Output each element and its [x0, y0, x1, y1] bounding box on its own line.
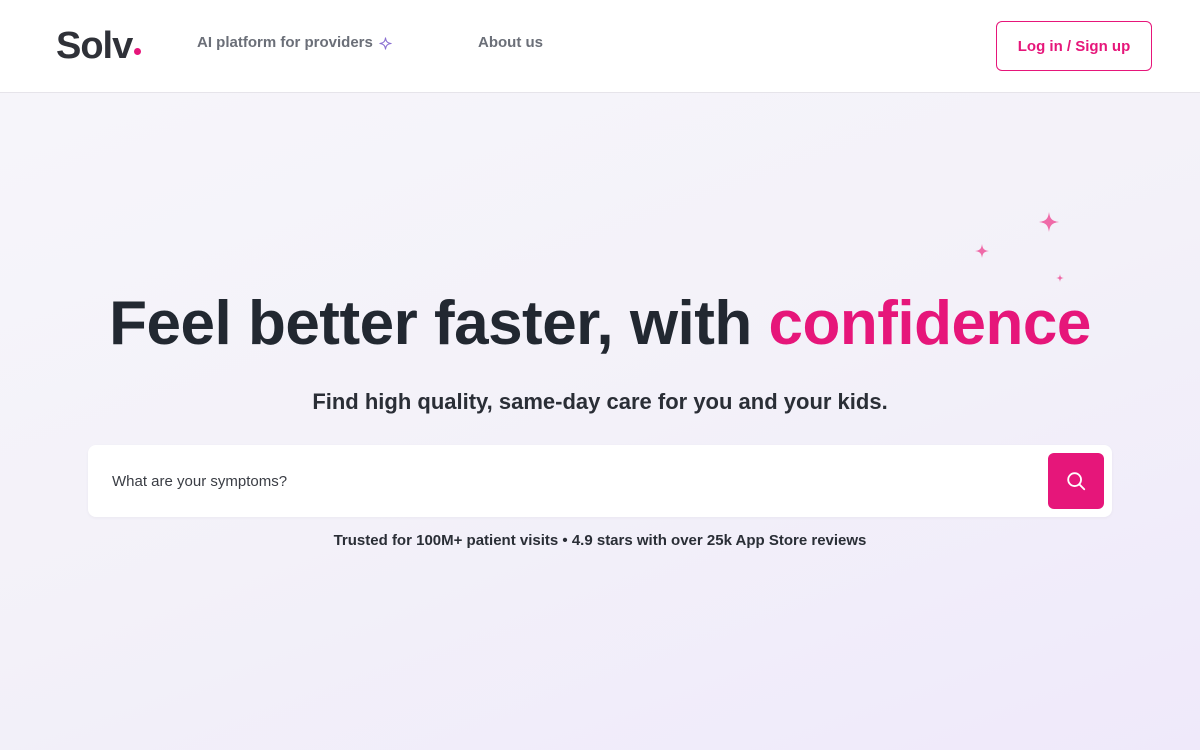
- site-header: Solv AI platform for providers About us …: [0, 0, 1200, 93]
- sparkle-icon: [379, 36, 392, 50]
- nav-about-link[interactable]: About us: [478, 33, 543, 53]
- nav-about-label: About us: [478, 34, 543, 51]
- nav-ai-platform-label: AI platform for providers: [197, 34, 373, 51]
- hero-title-accent: confidence: [768, 289, 1092, 358]
- search-icon: [1067, 472, 1086, 491]
- login-signup-button[interactable]: Log in / Sign up: [996, 21, 1152, 71]
- trust-statement: Trusted for 100M+ patient visits • 4.9 s…: [333, 532, 867, 549]
- nav-ai-platform-link[interactable]: AI platform for providers: [197, 33, 392, 53]
- logo-text: Solv: [56, 25, 133, 67]
- hero-subtitle: Find high quality, same-day care for you…: [312, 389, 888, 414]
- hero-title: Feel better faster, with confidence: [0, 285, 1200, 363]
- login-signup-label: Log in / Sign up: [1017, 37, 1131, 55]
- symptom-search-input[interactable]: [112, 465, 1012, 497]
- symptom-search-box: [88, 445, 1112, 517]
- logo-dot: [134, 48, 142, 55]
- solv-logo[interactable]: Solv: [56, 24, 142, 68]
- search-button[interactable]: [1048, 453, 1104, 509]
- hero-title-main: Feel better faster, with: [109, 289, 769, 358]
